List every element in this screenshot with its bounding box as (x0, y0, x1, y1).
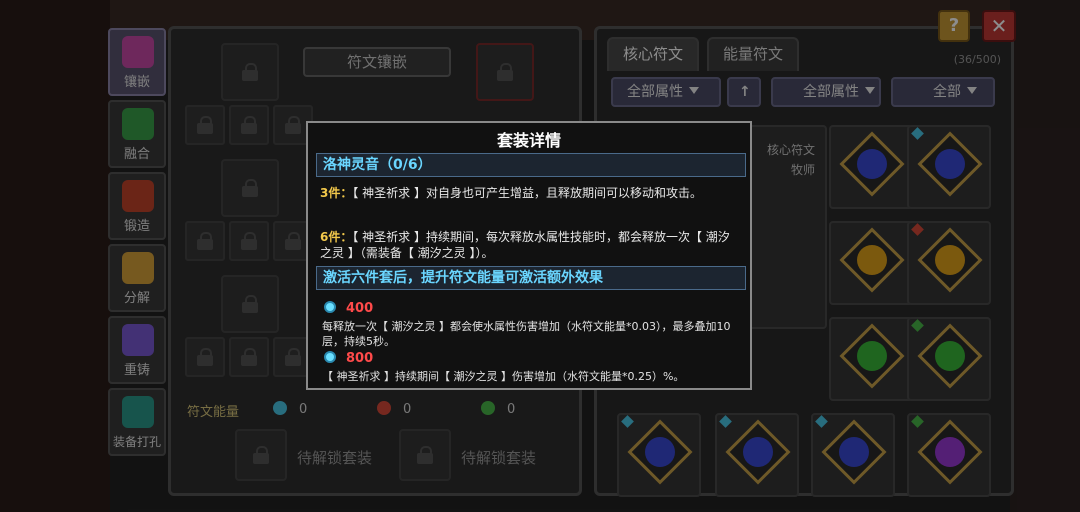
tier6-bonus: 6件：【 神圣祈求 】持续期间，每次释放水属性技能时，都会释放一次【 潮汐之灵 … (320, 229, 740, 261)
tier3-prefix: 3件： (320, 186, 353, 200)
popup-title: 套装详情 (496, 131, 561, 150)
bonus1-cost: 400 (324, 301, 373, 316)
set-name-header: 洛神灵音（0/6） (316, 153, 746, 177)
water-energy-icon (324, 301, 336, 313)
bonus2-cost: 800 (324, 351, 373, 366)
tier3-text: 【 神圣祈求 】对自身也可产生增益，且释放期间可以移动和攻击。 (352, 186, 702, 200)
bonus2-cost-value: 800 (346, 351, 374, 366)
tier3-bonus: 3件：【 神圣祈求 】对自身也可产生增益，且释放期间可以移动和攻击。 (320, 185, 740, 201)
tier6-text: 【 神圣祈求 】持续期间，每次释放水属性技能时，都会释放一次【 潮汐之灵 】（需… (320, 230, 730, 260)
set-details-popup: 套装详情 洛神灵音（0/6） 3件：【 神圣祈求 】对自身也可产生增益，且释放期… (306, 121, 752, 390)
tier6-prefix: 6件： (320, 230, 353, 244)
activation-header: 激活六件套后，提升符文能量可激活额外效果 (316, 266, 746, 290)
bonus1-cost-value: 400 (346, 301, 374, 316)
bonus2-description: 【 神圣祈求 】持续期间【 潮汐之灵 】伤害增加（水符文能量*0.25）%。 (322, 370, 685, 383)
water-energy-icon (324, 351, 336, 363)
bonus1-description: 每释放一次【 潮汐之灵 】都会使水属性伤害增加（水符文能量*0.03），最多叠加… (322, 320, 731, 348)
game-screen: 镶嵌 融合 锻造 分解 重铸 装备打孔 符文镶嵌 符文能量 0 0 0 待解锁套… (0, 0, 1080, 512)
